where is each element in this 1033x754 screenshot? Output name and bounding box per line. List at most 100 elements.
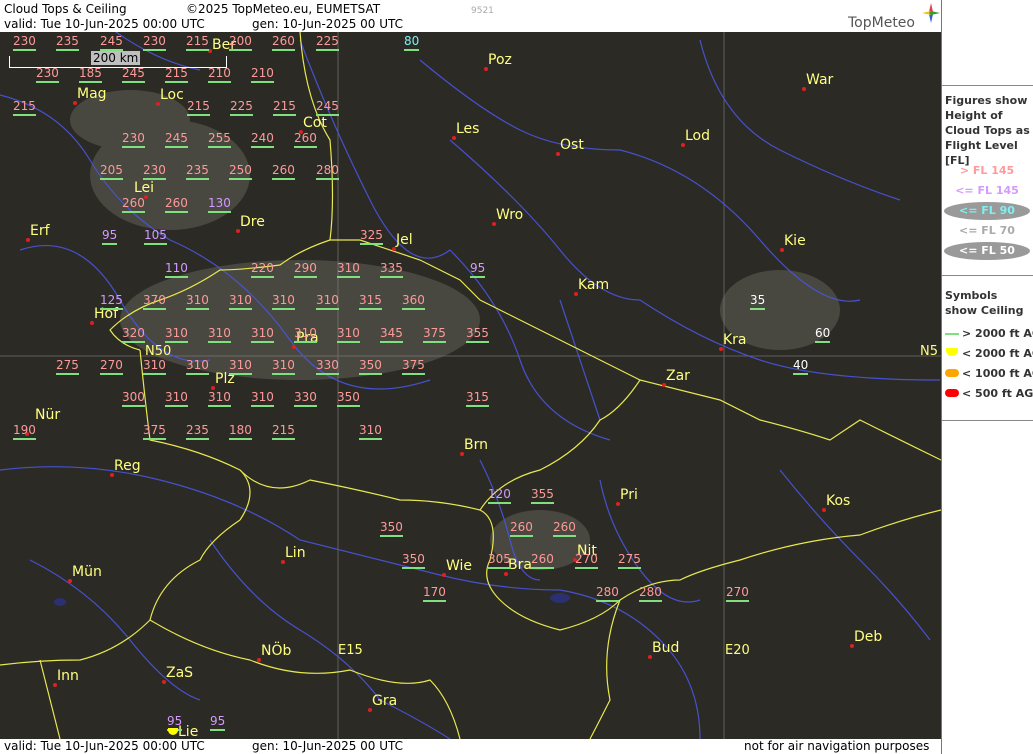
satellite-map[interactable]: Cloud Tops & Ceiling ©2025 TopMeteo.eu, … (0, 0, 941, 754)
city-label: Kam (578, 277, 610, 293)
ceiling-ok-marker (470, 276, 486, 278)
ceiling-1000-symbol (945, 369, 959, 377)
cloud-top-text: 260 (510, 520, 533, 534)
ceiling-ok-marker (210, 729, 226, 731)
cloud-top-value: 230 (121, 131, 146, 148)
ceiling-ok-marker (143, 49, 166, 51)
cloud-top-value: 315 (465, 391, 490, 407)
cloud-top-text: 345 (380, 326, 403, 340)
cloud-top-text: 230 (122, 131, 145, 145)
cloud-top-text: 215 (272, 423, 295, 437)
cloud-top-value: 310 (250, 327, 275, 343)
city-marker (484, 67, 488, 71)
latitude-label-n50-right: N5 (920, 344, 938, 359)
footer-valid-time: valid: Tue 10-Jun-2025 00:00 UTC (4, 739, 205, 753)
city-label: Wro (496, 207, 524, 223)
city-marker (719, 347, 723, 351)
ceiling-ok-marker (165, 405, 188, 407)
cloud-top-value: 260 (271, 35, 296, 51)
footer-generated-time: gen: 10-Jun-2025 00 UTC (252, 739, 404, 753)
cloud-top-text: 205 (100, 163, 123, 177)
cloud-top-value: 95 (209, 715, 226, 731)
header-bar: Cloud Tops & Ceiling ©2025 TopMeteo.eu, … (0, 0, 941, 32)
cloud-top-value: 230 (12, 35, 37, 51)
cloud-top-value: 270 (574, 553, 599, 569)
cloud-top-value: 185 (78, 66, 103, 83)
cloud-top-value: 245 (315, 99, 340, 116)
ceiling-ok-marker (165, 211, 188, 213)
city-marker (392, 247, 396, 251)
cloud-top-value: 310 (271, 294, 296, 310)
cloud-top-value: 280 (638, 585, 663, 602)
city-label: Lin (285, 545, 306, 561)
legend-high: > FL 145 (959, 164, 1015, 177)
city-label: Erf (30, 223, 50, 239)
city-label: Pri (620, 487, 638, 503)
cloud-top-value: 310 (336, 262, 361, 278)
cloud-top-text: 310 (165, 326, 188, 340)
ceiling-ok-marker (553, 535, 576, 537)
cloud-top-text: 185 (79, 66, 102, 80)
cloud-top-text: 220 (251, 261, 274, 275)
cloud-top-value: 250 (228, 164, 253, 180)
ceiling-ok-marker (56, 373, 79, 375)
ceiling-ok-marker (402, 567, 425, 569)
cloud-top-value: 95 (101, 229, 118, 245)
cloud-top-value: 310 (207, 391, 232, 407)
cloud-top-value: 255 (207, 132, 232, 148)
cloud-top-text: 260 (165, 196, 188, 210)
city-label: Inn (57, 668, 79, 684)
ceiling-1000-label: < 1000 ft AGL (962, 367, 1033, 380)
cloud-top-value: 200 (228, 35, 253, 51)
city-label: Gra (372, 693, 398, 709)
cloud-top-value: 35 (749, 294, 766, 310)
ceiling-ok-marker (100, 49, 123, 51)
cloud-top-text: 210 (208, 66, 231, 80)
cloud-top-text: 300 (122, 390, 145, 404)
ceiling-ok-marker (402, 308, 425, 310)
generated-time: gen: 10-Jun-2025 00 UTC (252, 17, 404, 31)
ceiling-ok-marker (359, 438, 382, 440)
ceiling-ok-marker (187, 114, 210, 116)
cloud-top-value: 310 (207, 327, 232, 343)
cloud-top-text: 280 (639, 585, 662, 599)
ceiling-ok-marker (143, 178, 166, 180)
cloud-top-value: 315 (358, 293, 383, 310)
ceiling-ok-marker (380, 535, 403, 537)
cloud-top-text: 315 (359, 293, 382, 307)
cloud-top-text: 230 (143, 34, 166, 48)
cloud-top-text: 305 (488, 552, 511, 566)
ceiling-ok-marker (186, 438, 209, 440)
cloud-top-value: 205 (99, 163, 124, 180)
ceiling-ok-marker (186, 373, 209, 375)
cloud-top-text: 260 (531, 552, 554, 566)
cloud-top-value: 375 (422, 327, 447, 343)
cloud-top-text: 180 (229, 423, 252, 437)
cloud-top-value: 375 (401, 359, 426, 375)
ceiling-ok-marker (316, 49, 339, 51)
ceiling-ok-marker (143, 373, 166, 375)
ceiling-ok-marker (316, 114, 339, 116)
cloud-top-value: 310 (315, 294, 340, 310)
cloud-top-text: 330 (294, 390, 317, 404)
city-label: NÖb (261, 643, 292, 659)
cloud-top-value: 105 (143, 229, 168, 245)
cloud-top-text: 275 (56, 358, 79, 372)
legend-mid: <= FL 145 (955, 184, 1019, 197)
cloud-top-text: 245 (100, 34, 123, 48)
ceiling-ok-marker (294, 405, 317, 407)
cloud-top-value: 215 (272, 100, 297, 116)
cloud-top-value: 95 (469, 262, 486, 278)
cloud-top-value: 275 (617, 553, 642, 569)
ceiling-500-label: < 500 ft AGL (962, 387, 1033, 400)
cloud-top-value: 60 (814, 326, 831, 343)
cloud-top-value: 330 (293, 390, 318, 407)
legend-sidebar: Figures show Height of Cloud Tops as Fli… (941, 0, 1033, 754)
cloud-top-text: 245 (316, 99, 339, 113)
cloud-top-text: 60 (815, 326, 831, 340)
city-label: Nür (35, 407, 61, 423)
topmeteo-logo[interactable]: TopMeteo (848, 15, 915, 31)
ceiling-ok-marker (360, 243, 383, 245)
city-marker (616, 502, 620, 506)
cloud-top-text: 320 (122, 326, 145, 340)
